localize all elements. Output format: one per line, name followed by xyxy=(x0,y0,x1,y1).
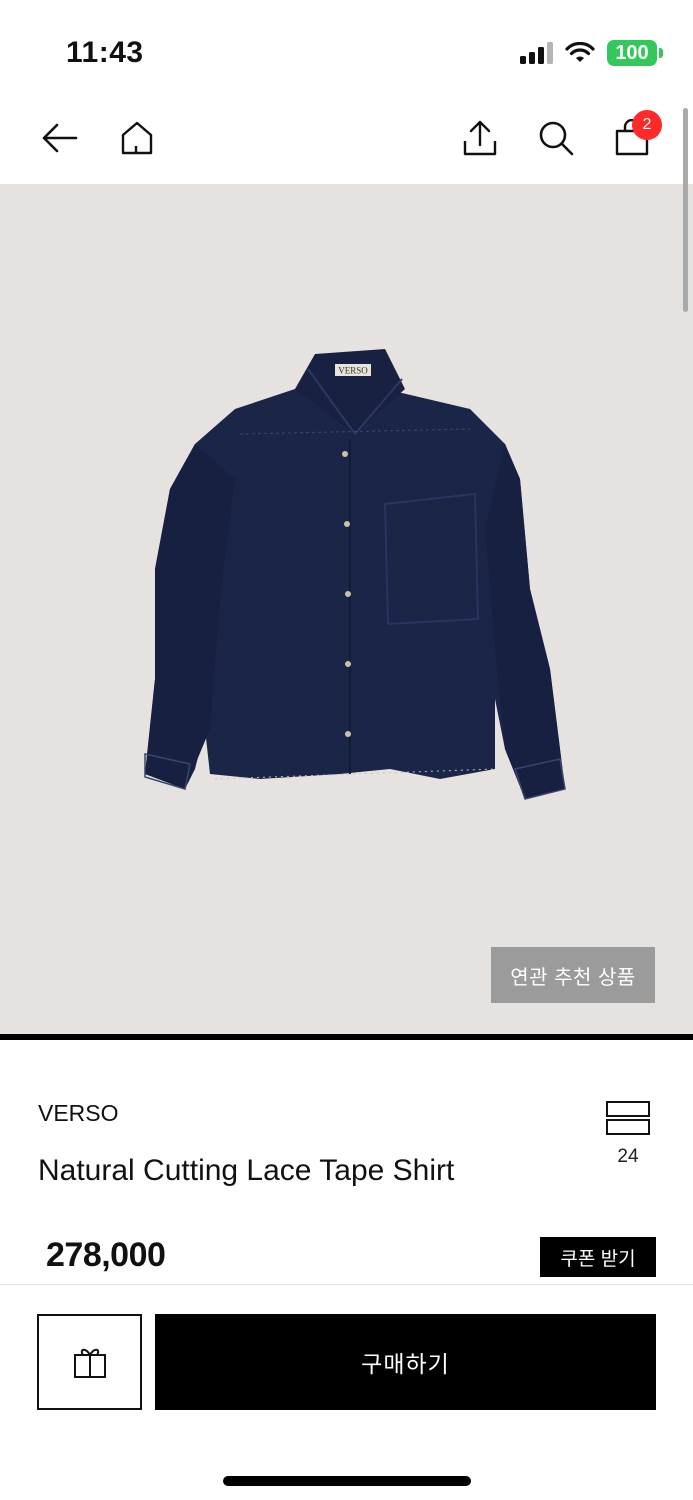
gift-icon xyxy=(73,1348,106,1378)
status-bar: 11:43 100 xyxy=(0,0,693,100)
gift-button[interactable] xyxy=(37,1314,142,1410)
search-button[interactable] xyxy=(534,116,578,160)
battery-icon: 100 xyxy=(607,40,663,66)
price: 278,000 xyxy=(46,1236,166,1274)
back-button[interactable] xyxy=(38,116,82,160)
signal-icon xyxy=(520,42,553,64)
product-name: Natural Cutting Lace Tape Shirt xyxy=(38,1154,455,1187)
shirt-label-text: VERSO xyxy=(338,366,368,376)
status-time: 11:43 xyxy=(66,36,144,69)
stacked-layers-icon xyxy=(606,1101,650,1135)
share-icon xyxy=(463,120,497,156)
bottom-action-bar: 구매하기 xyxy=(0,1284,693,1500)
compare-button[interactable]: 24 xyxy=(596,1100,660,1180)
home-button[interactable] xyxy=(115,116,159,160)
cart-button[interactable]: 2 xyxy=(610,110,662,160)
nav-bar: 2 xyxy=(0,100,693,184)
compare-count: 24 xyxy=(617,1146,639,1167)
buy-button[interactable]: 구매하기 xyxy=(155,1314,656,1410)
related-products-button[interactable]: 연관 추천 상품 xyxy=(491,947,655,1003)
cart-count-badge: 2 xyxy=(632,110,662,140)
home-icon xyxy=(121,121,153,155)
status-icons: 100 xyxy=(520,40,663,66)
home-indicator xyxy=(223,1476,471,1486)
back-arrow-icon xyxy=(42,123,78,153)
search-icon xyxy=(539,121,574,156)
navy-shirt-image: VERSO xyxy=(144,349,566,800)
wifi-icon xyxy=(565,42,595,62)
coupon-button[interactable]: 쿠폰 받기 xyxy=(540,1237,656,1277)
image-divider xyxy=(0,1034,693,1040)
brand-name[interactable]: VERSO xyxy=(38,1100,119,1127)
product-image[interactable]: VERSO 연관 추천 상품 xyxy=(0,184,693,1034)
share-button[interactable] xyxy=(458,116,502,160)
scroll-indicator[interactable] xyxy=(683,108,688,312)
